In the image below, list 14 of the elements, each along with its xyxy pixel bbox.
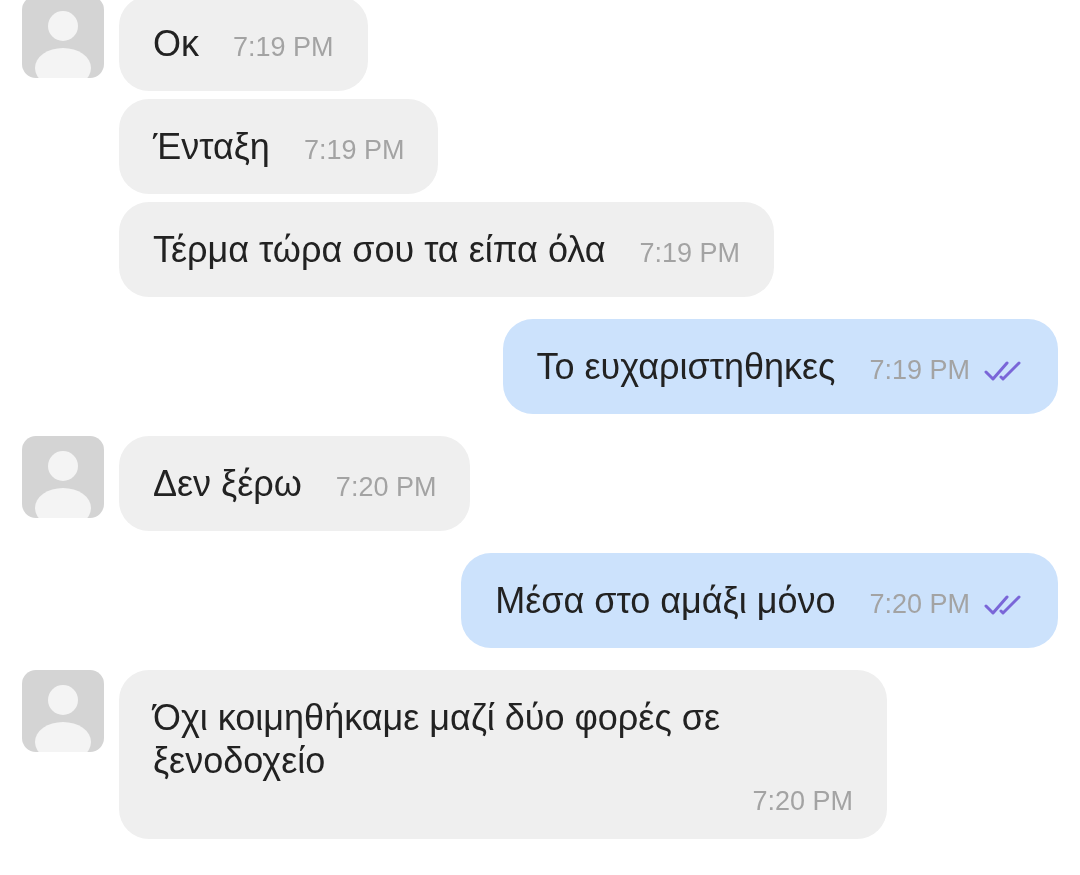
message-text: Όχι κοιμηθήκαμε μαζί δύο φορές σε ξενοδοχείο [153, 696, 722, 782]
message-time: 7:20 PM [752, 786, 853, 817]
message-text: Δεν ξέρω [153, 462, 302, 505]
message-time: 7:19 PM [869, 355, 970, 386]
message-time: 7:20 PM [335, 472, 437, 503]
message-time: 7:20 PM [869, 589, 970, 620]
message-time: 7:19 PM [639, 238, 741, 269]
message-text: Ένταξη [153, 125, 270, 168]
message-text: Τέρμα τώρα σου τα είπα όλα [153, 228, 606, 271]
message-text: Το ευχαριστηθηκες [536, 345, 836, 388]
message-text: Οκ [153, 22, 199, 65]
message-time: 7:19 PM [303, 135, 405, 166]
message-text: Μέσα στο αμάξι μόνο [495, 579, 836, 622]
message-time: 7:19 PM [233, 32, 334, 63]
